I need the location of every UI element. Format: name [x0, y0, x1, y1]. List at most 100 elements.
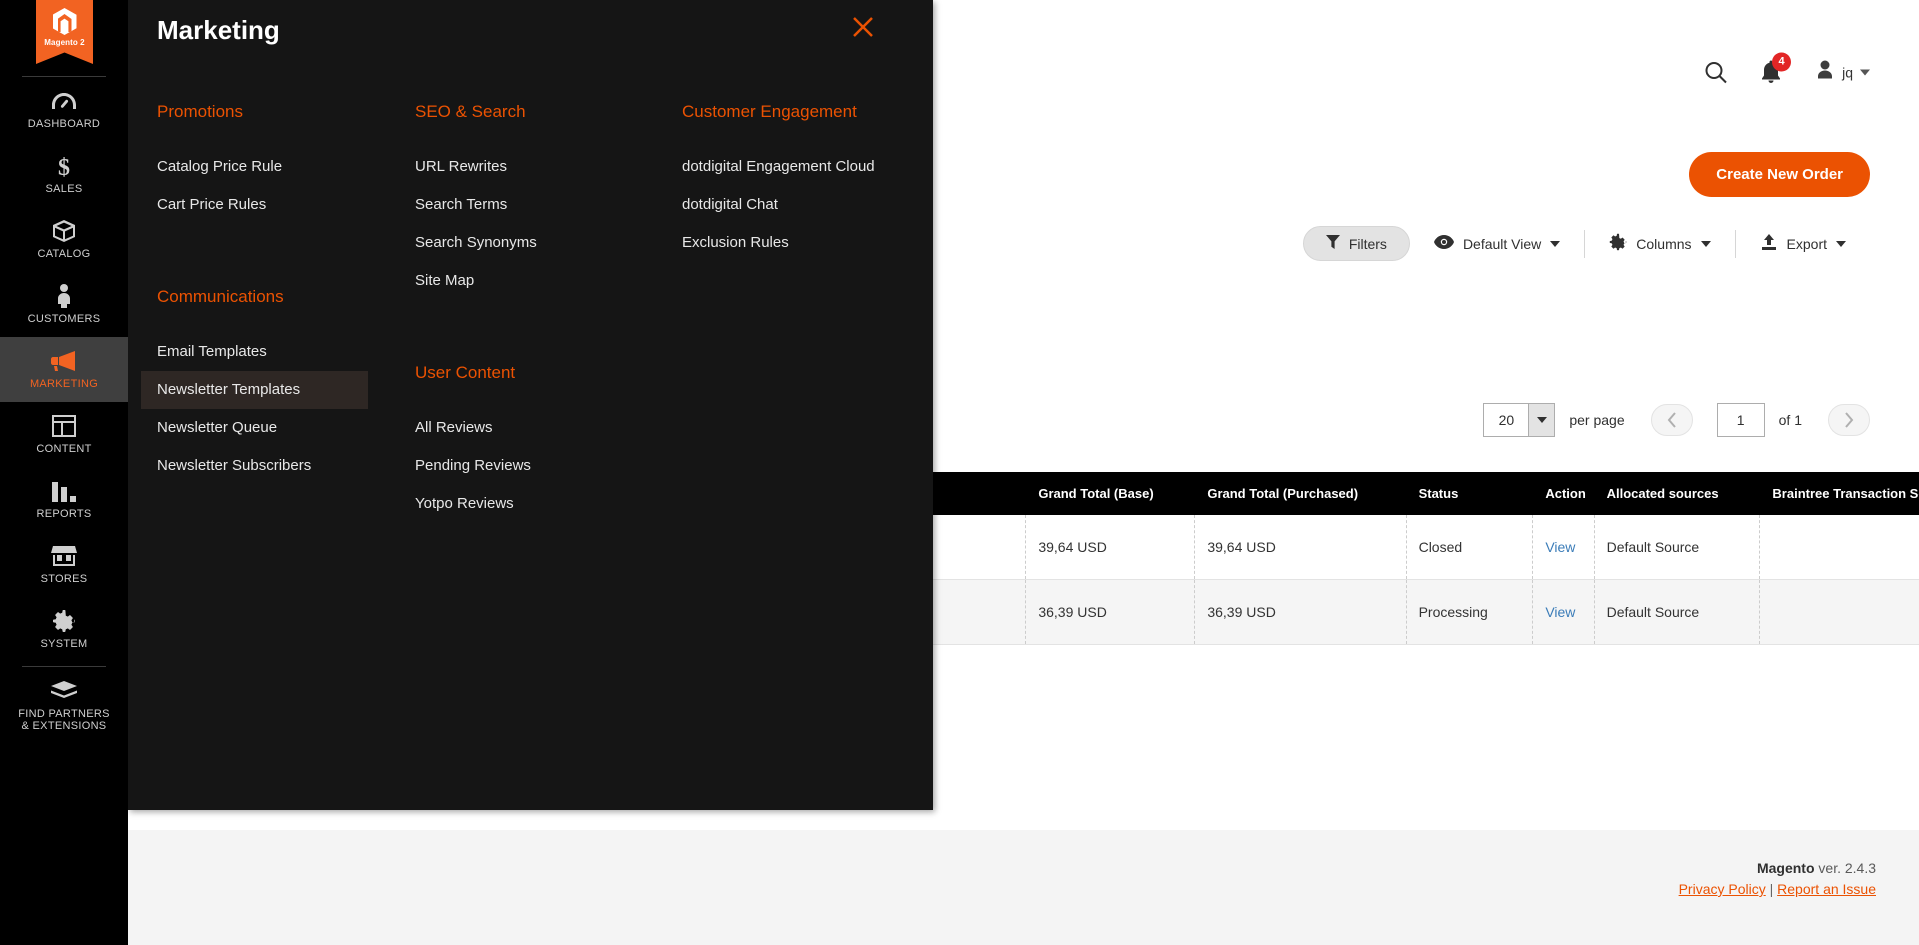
chevron-down-icon	[1836, 240, 1846, 247]
sidebar-item-stores[interactable]: STORES	[0, 532, 128, 597]
magento-logo-icon[interactable]: Magento 2	[36, 0, 93, 64]
next-page-button[interactable]	[1828, 404, 1870, 436]
main-sidebar: Magento 2 DASHBOARD $ SALES CATALOG CUST…	[0, 0, 128, 945]
version-info: Magento ver. 2.4.3	[128, 860, 1876, 876]
columns-selector[interactable]: Columns	[1585, 233, 1734, 254]
filters-label: Filters	[1348, 235, 1387, 252]
menu-item-search-synonyms[interactable]: Search Synonyms	[399, 224, 626, 262]
sidebar-item-system[interactable]: SYSTEM	[0, 597, 128, 662]
chevron-down-icon	[1700, 240, 1711, 247]
sidebar-item-customers[interactable]: CUSTOMERS	[0, 272, 128, 337]
svg-text:$: $	[58, 155, 70, 178]
sidebar-item-sales[interactable]: $ SALES	[0, 142, 128, 207]
column-header-grand-total-base[interactable]: Grand Total (Base)	[1025, 472, 1196, 515]
create-new-order-button[interactable]: Create New Order	[1689, 152, 1870, 197]
cell-action: View	[1532, 579, 1595, 645]
person-icon	[56, 284, 72, 308]
mega-menu-title: Marketing	[157, 15, 280, 45]
per-page-select[interactable]: 20	[1483, 403, 1556, 437]
prev-page-button[interactable]	[1650, 404, 1693, 436]
sidebar-item-reports[interactable]: REPORTS	[0, 467, 128, 532]
search-icon[interactable]	[1704, 60, 1728, 84]
menu-item-all-reviews[interactable]: All Reviews	[399, 409, 626, 447]
menu-item-newsletter-subscribers[interactable]: Newsletter Subscribers	[141, 447, 368, 485]
default-view-selector[interactable]: Default View	[1410, 235, 1584, 252]
menu-item-search-terms[interactable]: Search Terms	[399, 186, 626, 224]
sidebar-item-dashboard[interactable]: DASHBOARD	[0, 77, 128, 142]
marketing-mega-menu: Marketing Promotions Catalog Price Rule …	[128, 0, 933, 810]
group-heading-user-content: User Content	[415, 363, 516, 382]
gear-icon	[52, 609, 76, 633]
sidebar-item-label-line1: FIND PARTNERS	[18, 708, 110, 720]
cell-braintree-transaction-source	[1759, 515, 1919, 580]
notifications-bell-icon[interactable]: 4	[1760, 52, 1792, 84]
export-label: Export	[1786, 235, 1827, 252]
menu-item-catalog-price-rule[interactable]: Catalog Price Rule	[141, 148, 368, 186]
funnel-icon	[1325, 235, 1340, 252]
page-footer: Magento ver. 2.4.3 Privacy Policy | Repo…	[128, 830, 1919, 945]
user-menu[interactable]: jq	[1814, 59, 1870, 86]
box-icon	[52, 219, 76, 243]
cell-grand-total-purchased: 36,39 USD	[1194, 579, 1407, 645]
user-name-label: jq	[1842, 64, 1853, 80]
column-header-status[interactable]: Status	[1406, 472, 1534, 515]
cell-grand-total-purchased: 39,64 USD	[1194, 515, 1407, 580]
sidebar-item-label: CUSTOMERS	[27, 313, 101, 325]
sidebar-item-label: MARKETING	[29, 378, 99, 390]
column-header-allocated-sources[interactable]: Allocated sources	[1594, 472, 1761, 515]
sidebar-item-label: CONTENT	[36, 443, 92, 455]
export-selector[interactable]: Export	[1736, 234, 1870, 253]
view-link[interactable]: View	[1545, 604, 1575, 620]
menu-item-yotpo-reviews[interactable]: Yotpo Reviews	[399, 485, 626, 523]
menu-item-cart-price-rules[interactable]: Cart Price Rules	[141, 186, 368, 224]
chevron-down-icon	[1860, 69, 1870, 75]
sidebar-item-marketing[interactable]: MARKETING	[0, 337, 128, 402]
cell-status: Processing	[1406, 579, 1534, 645]
menu-item-dotdigital-engagement-cloud[interactable]: dotdigital Engagement Cloud	[666, 148, 893, 186]
column-header-action[interactable]: Action	[1532, 472, 1595, 515]
sidebar-item-label: DASHBOARD	[27, 118, 101, 130]
menu-item-exclusion-rules[interactable]: Exclusion Rules	[666, 224, 893, 262]
footer-link-separator: |	[1765, 881, 1778, 897]
column-header-braintree-transaction-source[interactable]: Braintree Transaction Source	[1759, 472, 1919, 515]
menu-item-newsletter-templates[interactable]: Newsletter Templates	[141, 371, 368, 409]
gear-icon	[1609, 233, 1627, 254]
cell-allocated-sources: Default Source	[1594, 579, 1761, 645]
menu-item-url-rewrites[interactable]: URL Rewrites	[399, 148, 626, 186]
megaphone-icon	[51, 349, 77, 373]
sidebar-item-label: CATALOG	[37, 248, 91, 260]
chevron-down-icon[interactable]	[1528, 404, 1555, 436]
sidebar-item-content[interactable]: CONTENT	[0, 402, 128, 467]
menu-item-email-templates[interactable]: Email Templates	[141, 333, 368, 371]
avatar-icon	[1814, 59, 1836, 86]
privacy-policy-link[interactable]: Privacy Policy	[1679, 881, 1766, 897]
menu-item-pending-reviews[interactable]: Pending Reviews	[399, 447, 626, 485]
menu-item-newsletter-queue[interactable]: Newsletter Queue	[141, 409, 368, 447]
brand-label: Magento	[1756, 860, 1815, 876]
menu-item-site-map[interactable]: Site Map	[399, 262, 626, 300]
report-issue-link[interactable]: Report an Issue	[1777, 881, 1876, 897]
page-number-input[interactable]	[1716, 403, 1765, 437]
version-label: ver. 2.4.3	[1814, 860, 1876, 876]
cell-action: View	[1532, 515, 1595, 580]
column-header-grand-total-purchased[interactable]: Grand Total (Purchased)	[1194, 472, 1407, 515]
mega-menu-column-2: SEO & Search URL Rewrites Search Terms S…	[396, 88, 664, 523]
filters-button[interactable]: Filters	[1302, 226, 1410, 261]
close-icon[interactable]	[848, 12, 878, 42]
dashboard-icon	[52, 89, 76, 113]
view-link[interactable]: View	[1545, 539, 1575, 555]
group-heading-seo-search: SEO & Search	[415, 102, 526, 121]
dollar-icon: $	[56, 154, 72, 178]
footer-links: Privacy Policy | Report an Issue	[128, 881, 1876, 897]
menu-item-dotdigital-chat[interactable]: dotdigital Chat	[666, 186, 893, 224]
sidebar-item-label-line2: & EXTENSIONS	[21, 720, 107, 732]
mega-menu-column-1: Promotions Catalog Price Rule Cart Price…	[128, 88, 396, 523]
cell-braintree-transaction-source	[1759, 579, 1919, 645]
sidebar-item-catalog[interactable]: CATALOG	[0, 207, 128, 272]
mega-menu-column-3: Customer Engagement dotdigital Engagemen…	[664, 88, 932, 523]
sidebar-item-find-partners-extensions[interactable]: FIND PARTNERS & EXTENSIONS	[0, 667, 128, 744]
logo-area: Magento 2	[0, 0, 128, 72]
cell-allocated-sources: Default Source	[1594, 515, 1761, 580]
chevron-down-icon	[1550, 240, 1561, 247]
per-page-label: per page	[1569, 412, 1625, 428]
